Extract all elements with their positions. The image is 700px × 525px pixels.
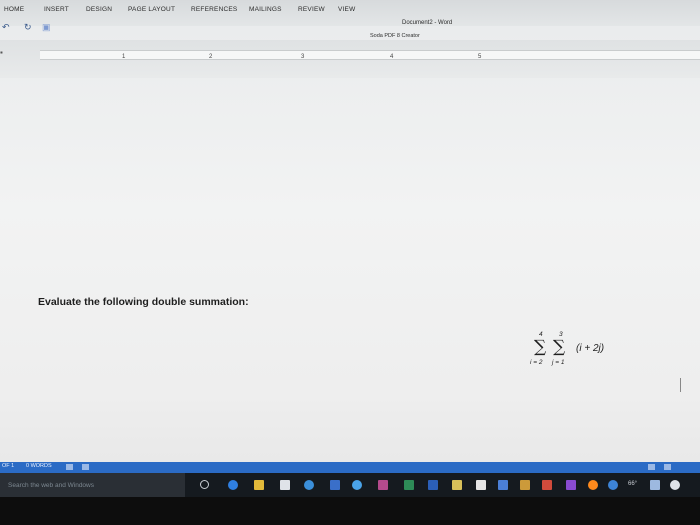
- undo-icon[interactable]: ↶: [2, 22, 10, 33]
- chrome-icon[interactable]: [608, 480, 618, 490]
- tab-page-layout[interactable]: PAGE LAYOUT: [128, 6, 175, 13]
- outer-sigma-icon: ∑: [534, 337, 547, 357]
- app-icon[interactable]: [476, 480, 486, 490]
- ruler-strip: [40, 50, 700, 60]
- word-count[interactable]: 0 WORDS: [26, 463, 52, 469]
- proofing-icon[interactable]: [66, 464, 73, 470]
- ruler-number: 1: [122, 54, 126, 60]
- double-summation-equation: 4 3 ∑ ∑ (i + 2j) i = 2 j = 1: [528, 329, 638, 379]
- tab-review[interactable]: REVIEW: [298, 6, 325, 13]
- monitor-bezel: [0, 497, 700, 525]
- redo-icon[interactable]: ↻: [24, 22, 32, 33]
- edge-browser-icon[interactable]: [228, 480, 238, 490]
- firefox-icon[interactable]: [588, 480, 598, 490]
- page-count[interactable]: OF 1: [2, 463, 14, 469]
- layout-icon[interactable]: [82, 464, 89, 470]
- task-view-icon[interactable]: [200, 480, 209, 489]
- status-bar: OF 1 0 WORDS: [0, 462, 700, 473]
- ruler-number: 5: [478, 54, 482, 60]
- app-icon[interactable]: [520, 480, 530, 490]
- windows-search-input[interactable]: [0, 473, 185, 497]
- tab-design[interactable]: DESIGN: [86, 6, 112, 13]
- app-icon[interactable]: [452, 480, 462, 490]
- tab-references[interactable]: REFERENCES: [191, 6, 237, 13]
- app-icon[interactable]: [498, 480, 508, 490]
- inner-sigma-icon: ∑: [553, 337, 566, 357]
- tab-insert[interactable]: INSERT: [44, 6, 69, 13]
- horizontal-ruler: 1 2 3 4 5: [0, 40, 700, 78]
- tray-icon[interactable]: [670, 480, 680, 490]
- app-icon[interactable]: [542, 480, 552, 490]
- outer-lower-limit: i = 2: [530, 359, 543, 366]
- tab-mailings[interactable]: MAILINGS: [249, 6, 282, 13]
- tab-home[interactable]: HOME: [4, 6, 24, 13]
- question-prompt: Evaluate the following double summation:: [38, 296, 249, 308]
- tray-icon[interactable]: [650, 480, 660, 490]
- file-explorer-icon[interactable]: [254, 480, 264, 490]
- zoom-icon[interactable]: [648, 464, 655, 470]
- app-icon[interactable]: [352, 480, 362, 490]
- ruler-number: 2: [209, 54, 213, 60]
- app-icon[interactable]: [304, 480, 314, 490]
- ribbon-tab-bar: HOME INSERT DESIGN PAGE LAYOUT REFERENCE…: [0, 0, 700, 26]
- onenote-icon[interactable]: [378, 480, 388, 490]
- word-icon[interactable]: [428, 480, 438, 490]
- store-icon[interactable]: [280, 480, 290, 490]
- app-icon[interactable]: [566, 480, 576, 490]
- window-title: Document2 - Word: [402, 20, 453, 26]
- ruler-number: 4: [390, 54, 394, 60]
- weather-temperature[interactable]: 66°: [628, 481, 637, 487]
- save-icon[interactable]: ▣: [42, 22, 51, 33]
- vertical-ruler-marker: ▪: [0, 48, 3, 57]
- taskbar: 66°: [0, 473, 700, 497]
- app-icon[interactable]: [330, 480, 340, 490]
- screen: HOME INSERT DESIGN PAGE LAYOUT REFERENCE…: [0, 0, 700, 525]
- zoom-slider-icon[interactable]: [664, 464, 671, 470]
- tab-view[interactable]: VIEW: [338, 6, 355, 13]
- addin-tab-soda-pdf[interactable]: Soda PDF 8 Creator: [370, 33, 420, 39]
- text-cursor: [680, 378, 681, 392]
- excel-icon[interactable]: [404, 480, 414, 490]
- inner-lower-limit: j = 1: [552, 359, 565, 366]
- summand: (i + 2j): [576, 343, 605, 354]
- quick-access-toolbar: ↶ ↻ ▣: [0, 22, 80, 36]
- ruler-number: 3: [301, 54, 305, 60]
